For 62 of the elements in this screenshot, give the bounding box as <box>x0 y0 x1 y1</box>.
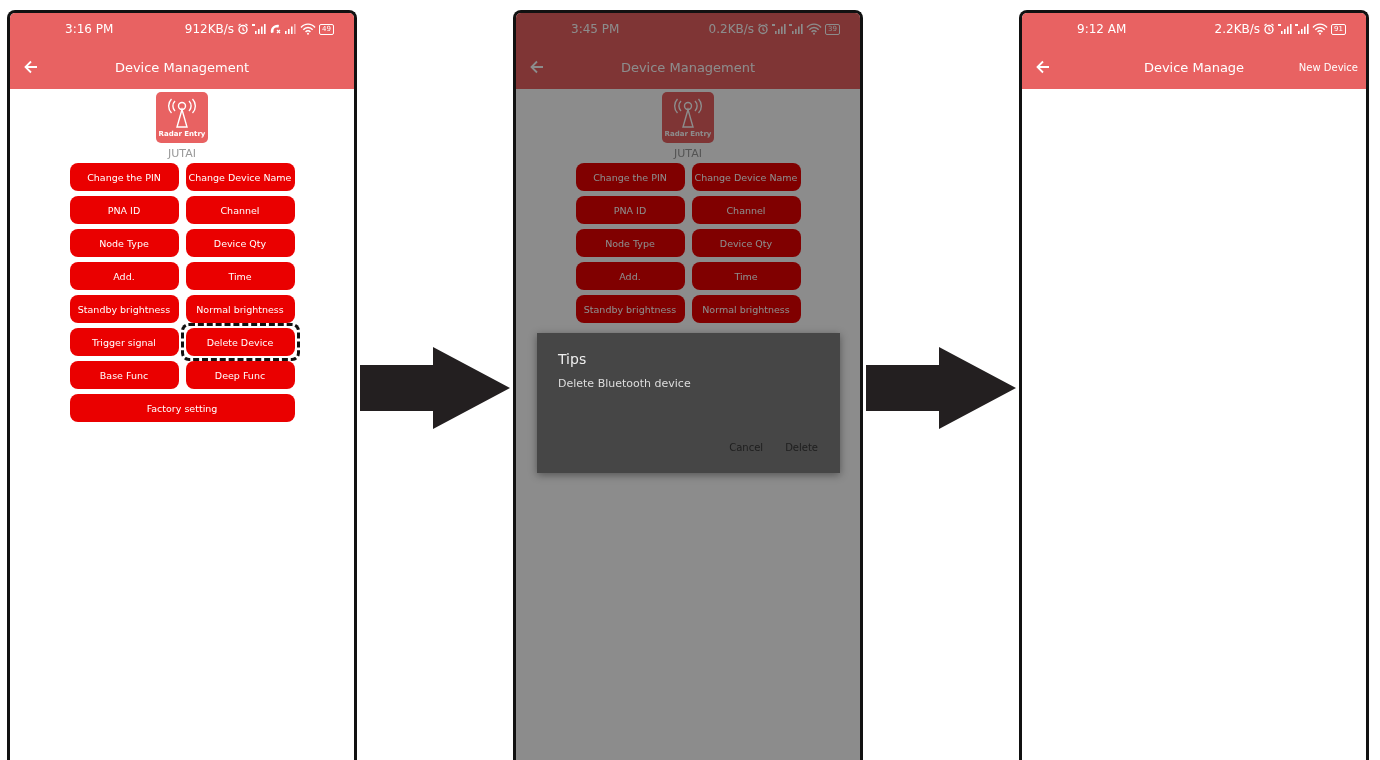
app-bar-title: Device Management <box>114 59 250 75</box>
wifi-icon <box>300 23 317 35</box>
wifi-icon <box>1312 23 1329 35</box>
function-button[interactable]: Channel <box>185 196 295 224</box>
status-time: 3:16 PM <box>65 22 114 36</box>
signal-icon <box>789 23 804 35</box>
signal-icon <box>1295 23 1310 35</box>
function-button[interactable]: Delete Device <box>185 328 295 356</box>
function-button[interactable]: Change the PIN <box>69 163 179 191</box>
back-button[interactable] <box>1036 60 1050 74</box>
function-button[interactable]: Standby brightness <box>575 295 685 323</box>
function-button[interactable]: Normal brightness <box>691 295 801 323</box>
function-button[interactable]: Base Func <box>69 361 179 389</box>
antenna-icon <box>673 97 703 130</box>
right-arrow-icon <box>360 347 510 429</box>
function-button[interactable]: Node Type <box>69 229 179 257</box>
back-arrow-icon <box>530 60 544 74</box>
right-arrow-icon <box>866 347 1016 429</box>
function-button[interactable]: Add. <box>69 262 179 290</box>
new-device-button[interactable]: New Device <box>1298 61 1358 73</box>
network-speed: 0.2KB/s <box>708 22 755 36</box>
app-bar-title: Device Management <box>620 59 756 75</box>
function-button[interactable]: Trigger signal <box>69 328 179 356</box>
function-button[interactable]: Time <box>185 262 295 290</box>
back-button[interactable] <box>24 60 38 74</box>
function-button[interactable]: Factory setting <box>69 394 295 422</box>
alarm-clock-icon <box>757 23 770 35</box>
network-speed: 912KB/s <box>184 22 235 36</box>
function-button[interactable]: Device Qty <box>691 229 801 257</box>
function-button[interactable]: Standby brightness <box>69 295 179 323</box>
function-button[interactable]: Device Qty <box>185 229 295 257</box>
function-button[interactable]: Node Type <box>575 229 685 257</box>
back-button[interactable] <box>530 60 544 74</box>
signal-icon <box>252 23 267 35</box>
app-bar-title: Device Manage <box>1143 59 1245 75</box>
back-arrow-icon <box>1036 60 1050 74</box>
wifi-icon <box>806 23 823 35</box>
status-time: 9:12 AM <box>1077 22 1127 36</box>
signal-icon <box>1278 23 1293 35</box>
dialog-title: Tips <box>558 351 587 367</box>
function-button[interactable]: Change Device Name <box>691 163 801 191</box>
function-button[interactable]: PNA ID <box>69 196 179 224</box>
dialog-message: Delete Bluetooth device <box>558 377 691 390</box>
back-arrow-icon <box>24 60 38 74</box>
alarm-clock-icon <box>1263 23 1276 35</box>
function-button[interactable]: Normal brightness <box>185 295 295 323</box>
status-time: 3:45 PM <box>571 22 620 36</box>
function-button[interactable]: Time <box>691 262 801 290</box>
device-name: JUTAI <box>168 147 196 160</box>
antenna-icon <box>167 97 197 130</box>
function-button[interactable]: Add. <box>575 262 685 290</box>
function-button[interactable]: PNA ID <box>575 196 685 224</box>
function-button[interactable]: Channel <box>691 196 801 224</box>
signal-icon <box>284 23 298 35</box>
phone-icon <box>269 23 282 35</box>
network-speed: 2.2KB/s <box>1214 22 1261 36</box>
device-name: JUTAI <box>674 147 702 160</box>
function-button[interactable]: Change Device Name <box>185 163 295 191</box>
function-button[interactable]: Change the PIN <box>575 163 685 191</box>
alarm-clock-icon <box>237 23 250 35</box>
function-button[interactable]: Deep Func <box>185 361 295 389</box>
signal-icon <box>772 23 787 35</box>
